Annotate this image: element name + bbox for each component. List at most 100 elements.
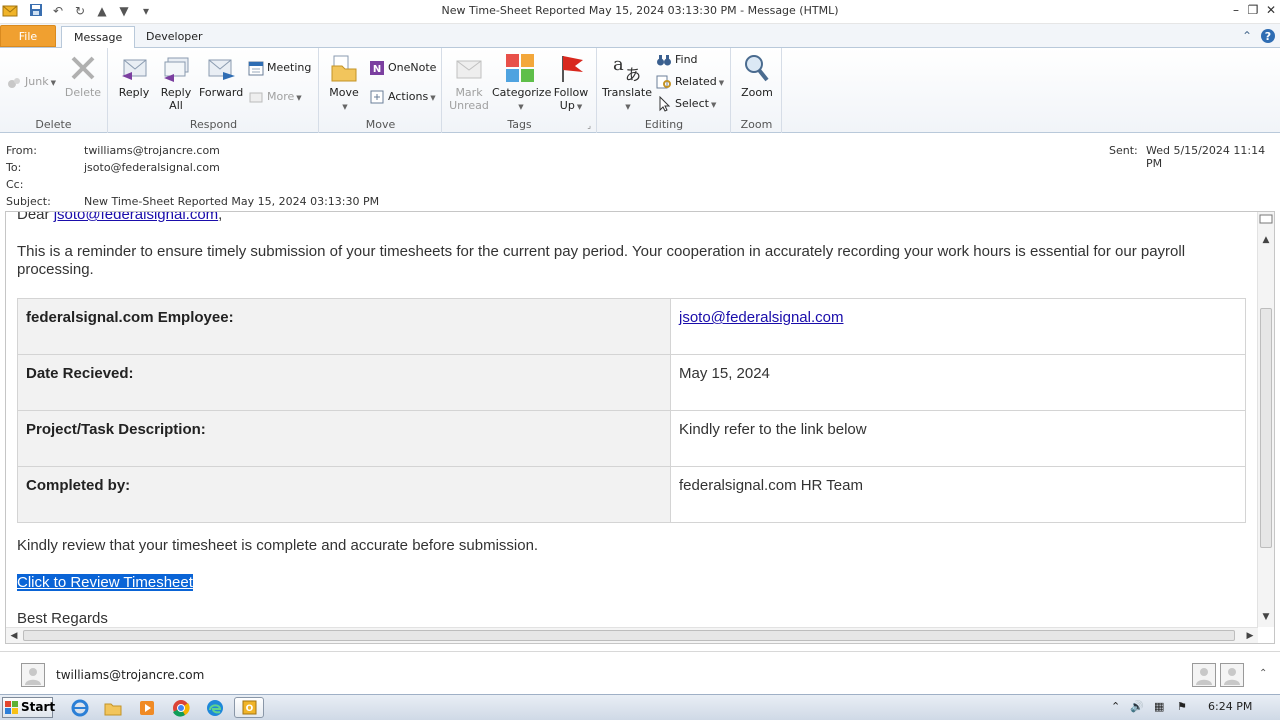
calendar-icon <box>248 60 264 76</box>
related-button[interactable]: Related ▼ <box>656 73 724 93</box>
junk-icon <box>6 74 22 90</box>
forward-icon <box>205 52 237 84</box>
actions-button[interactable]: Actions ▼ <box>369 88 436 108</box>
cc-label: Cc: <box>6 178 24 191</box>
sent-label: Sent: <box>1109 144 1138 157</box>
close-button[interactable]: ✕ <box>1262 2 1280 18</box>
more-respond-button[interactable]: More ▼ <box>248 88 302 108</box>
employee-email-link[interactable]: jsoto@federalsignal.com <box>679 309 843 326</box>
greeting-email-link[interactable]: jsoto@federalsignal.com <box>54 212 218 223</box>
svg-text:a: a <box>613 54 624 75</box>
horizontal-scroll-thumb[interactable] <box>23 630 1235 641</box>
tags-group: Mark Unread Categorize ▼ Follow Up ▼ ⌟ Tags <box>443 48 597 133</box>
translate-icon: aあ <box>611 52 643 84</box>
tab-developer[interactable]: Developer <box>134 26 215 48</box>
tags-group-label: Tags <box>507 118 532 131</box>
intro-paragraph: This is a reminder to ensure timely subm… <box>17 243 1186 278</box>
ribbon: Junk ▼ Delete Delete Reply Reply All Forwa… <box>0 48 1280 133</box>
table-row: Date Recieved: May 15, 2024 <box>17 354 1246 411</box>
review-paragraph: Kindly review that your timesheet is com… <box>17 537 539 554</box>
review-link-line: Click to Review Timesheet <box>17 574 193 592</box>
tray-expand-icon[interactable]: ⌃ <box>1111 700 1120 713</box>
horizontal-scrollbar[interactable]: ◀ ▶ <box>6 627 1258 643</box>
message-content: Dear jsoto@federalsignal.com, This is a … <box>17 212 1247 627</box>
clock[interactable]: 6:24 PM <box>1208 700 1252 713</box>
from-label: From: <box>6 144 37 157</box>
forward-button[interactable]: Forward <box>199 50 243 99</box>
scroll-up-icon[interactable]: ▲ <box>1258 232 1274 248</box>
onenote-button[interactable]: N OneNote <box>369 59 436 79</box>
magnifier-icon <box>741 52 773 84</box>
categorize-icon <box>504 52 536 84</box>
from-value[interactable]: twilliams@trojancre.com <box>84 144 220 157</box>
svg-text:O: O <box>246 704 254 714</box>
find-button[interactable]: Find <box>656 51 698 71</box>
message-body[interactable]: Dear jsoto@federalsignal.com, This is a … <box>5 211 1275 644</box>
reply-button[interactable]: Reply <box>114 50 154 99</box>
scroll-top-icon[interactable] <box>1258 212 1274 228</box>
mark-unread-button[interactable]: Mark Unread <box>447 50 491 112</box>
scroll-down-icon[interactable]: ▼ <box>1258 609 1274 625</box>
mark-unread-icon <box>453 52 485 84</box>
restore-button[interactable]: ❐ <box>1244 2 1262 18</box>
related-icon <box>656 74 672 90</box>
file-explorer-icon[interactable] <box>103 698 123 718</box>
scroll-left-icon[interactable]: ◀ <box>6 628 22 643</box>
outlook-taskbar-button[interactable]: O <box>234 697 264 718</box>
minimize-ribbon-icon[interactable]: ⌃ <box>1239 28 1255 44</box>
expand-people-pane-icon[interactable]: ⌃ <box>1259 668 1267 679</box>
move-button[interactable]: Move ▼ <box>324 50 364 114</box>
binoculars-icon <box>656 52 672 68</box>
message-header: From: twilliams@trojancre.com To: jsoto@… <box>0 134 1280 210</box>
tab-file[interactable]: File <box>0 25 56 47</box>
categorize-button[interactable]: Categorize ▼ <box>492 50 551 114</box>
start-button[interactable]: Start <box>2 697 55 718</box>
reply-icon <box>118 52 150 84</box>
people-pane: twilliams@trojancre.com ⌃ <box>0 651 1280 695</box>
window-title: New Time-Sheet Reported May 15, 2024 03:… <box>441 4 839 17</box>
contact-avatar[interactable] <box>1220 663 1244 687</box>
zoom-button[interactable]: Zoom <box>737 50 777 99</box>
reply-all-button[interactable]: Reply All <box>157 50 195 112</box>
table-key-cell: Project/Task Description: <box>17 410 671 467</box>
tab-message[interactable]: Message <box>61 26 136 49</box>
follow-up-button[interactable]: Follow Up ▼ <box>551 50 591 114</box>
chrome-icon[interactable] <box>171 698 191 718</box>
help-icon[interactable]: ? <box>1260 28 1276 44</box>
edge-icon[interactable] <box>205 698 225 718</box>
people-pane-sender[interactable]: twilliams@trojancre.com <box>56 668 204 682</box>
network-icon[interactable]: ▦ <box>1154 700 1164 713</box>
vertical-scroll-thumb[interactable] <box>1260 308 1272 548</box>
sender-avatar[interactable] <box>21 663 45 687</box>
info-table: federalsignal.com Employee: jsoto@federal… <box>17 298 1246 523</box>
table-value-cell: Kindly refer to the link below <box>670 410 1246 467</box>
delete-button[interactable]: Delete <box>63 50 103 99</box>
action-center-flag-icon[interactable]: ⚑ <box>1177 700 1187 713</box>
table-row: Project/Task Description: Kindly refer to… <box>17 410 1246 467</box>
translate-button[interactable]: aあ Translate ▼ <box>602 50 652 114</box>
svg-text:?: ? <box>1265 30 1271 43</box>
move-group-label: Move <box>365 118 396 131</box>
contact-avatar[interactable] <box>1192 663 1216 687</box>
minimize-button[interactable]: – <box>1227 2 1245 18</box>
editing-group: aあ Translate ▼ Find Related ▼ Select ▼ Edit… <box>598 48 731 133</box>
to-value[interactable]: jsoto@federalsignal.com <box>84 161 220 174</box>
review-timesheet-link[interactable]: Click to Review Timesheet <box>17 574 193 591</box>
internet-explorer-icon[interactable] <box>70 698 90 718</box>
junk-button[interactable]: Junk ▼ <box>6 73 56 93</box>
closing-text: Best Regards <box>17 610 108 627</box>
meeting-button[interactable]: Meeting <box>248 59 311 79</box>
table-key-cell: federalsignal.com Employee: <box>17 298 671 355</box>
table-value-cell: jsoto@federalsignal.com <box>670 298 1246 355</box>
select-button[interactable]: Select ▼ <box>656 95 716 115</box>
delete-group: Junk ▼ Delete Delete <box>0 48 108 133</box>
ribbon-tabs: File Message Developer ⌃ ? <box>0 24 1280 49</box>
greeting-line: Dear jsoto@federalsignal.com, <box>17 212 1247 224</box>
title-bar: ↶ ↻ ▲ ▼ ▾ New Time-Sheet Reported May 15… <box>0 0 1280 24</box>
volume-icon[interactable]: 🔊 <box>1130 700 1144 713</box>
vertical-scrollbar[interactable]: ▲ ▼ <box>1257 212 1274 627</box>
scroll-right-icon[interactable]: ▶ <box>1242 628 1258 643</box>
table-value-cell: May 15, 2024 <box>670 354 1246 411</box>
svg-text:あ: あ <box>625 65 641 84</box>
media-player-icon[interactable] <box>137 698 157 718</box>
